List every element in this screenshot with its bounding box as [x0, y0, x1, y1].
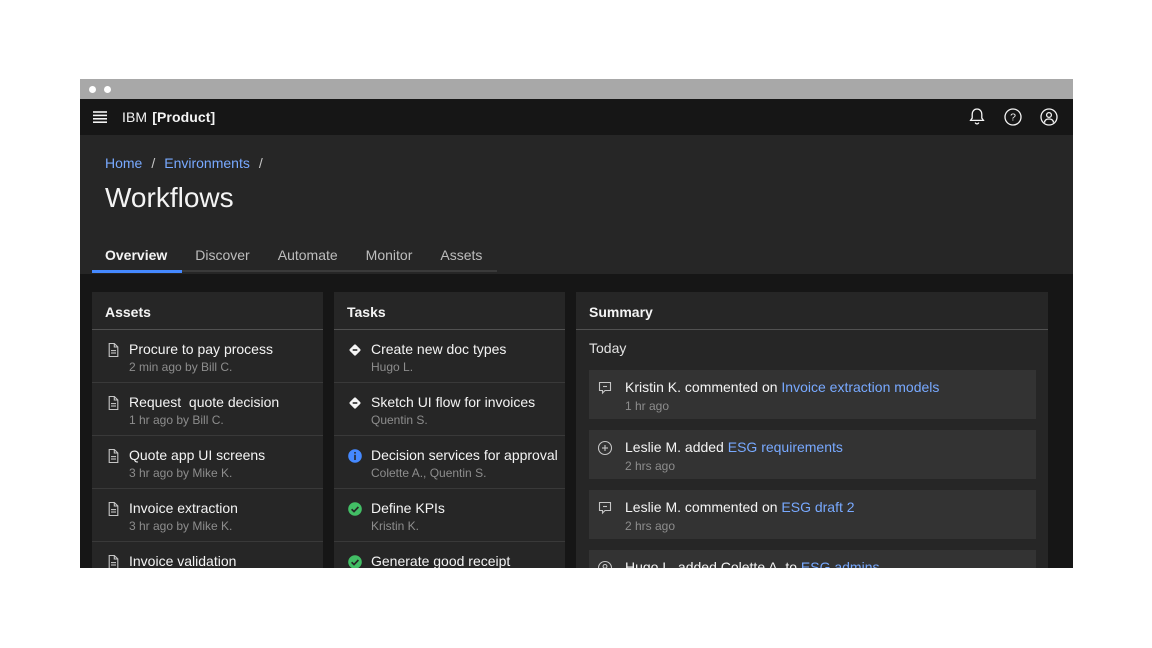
tab-discover[interactable]: Discover	[182, 241, 264, 272]
app-header: IBM [Product] ?	[80, 99, 1073, 135]
activity-text: Kristin K. commented on Invoice extracti…	[625, 378, 939, 396]
assets-panel-title: Assets	[92, 292, 323, 330]
task-title: Create new doc types	[371, 341, 506, 358]
asset-row[interactable]: Invoice extraction 3 hr ago by Mike K.	[92, 489, 323, 542]
checkmark-filled-icon	[347, 554, 363, 568]
task-assignee: Quentin S.	[371, 413, 535, 428]
document-icon	[105, 395, 121, 411]
window-titlebar[interactable]	[80, 79, 1073, 99]
menu-icon[interactable]	[92, 109, 108, 125]
brand[interactable]: IBM [Product]	[122, 109, 215, 125]
status-undefined-icon	[347, 342, 363, 358]
tab-overview[interactable]: Overview	[92, 241, 182, 273]
task-row[interactable]: Generate good receipt	[334, 542, 565, 568]
activity-text-before: Leslie M. added	[625, 439, 728, 455]
activity-text: Leslie M. commented on ESG draft 2	[625, 498, 855, 516]
help-icon[interactable]: ?	[1003, 107, 1023, 127]
breadcrumb-environments[interactable]: Environments	[164, 155, 250, 171]
activity-link[interactable]: ESG requirements	[728, 439, 843, 455]
asset-row[interactable]: Quote app UI screens 3 hr ago by Mike K.	[92, 436, 323, 489]
window-control-dot[interactable]	[89, 86, 96, 93]
asset-row[interactable]: Request quote decision 1 hr ago by Bill …	[92, 383, 323, 436]
page-title: Workflows	[105, 180, 1073, 216]
tab-monitor[interactable]: Monitor	[353, 241, 428, 272]
activity-card[interactable]: Kristin K. commented on Invoice extracti…	[589, 370, 1036, 419]
asset-title: Quote app UI screens	[129, 447, 265, 464]
user-icon	[597, 560, 613, 568]
summary-panel: Summary Today Kristin K. commented on In…	[576, 292, 1048, 568]
activity-time: 1 hr ago	[625, 399, 939, 413]
svg-text:?: ?	[1010, 112, 1016, 124]
document-icon	[105, 342, 121, 358]
task-row[interactable]: Define KPIs Kristin K.	[334, 489, 565, 542]
activity-card[interactable]: Leslie M. commented on ESG draft 2 2 hrs…	[589, 490, 1036, 539]
document-icon	[105, 554, 121, 568]
breadcrumb-separator: /	[259, 155, 263, 171]
tasks-panel-title: Tasks	[334, 292, 565, 330]
asset-subtitle: 3 hr ago by Mike K.	[129, 466, 265, 481]
activity-text-before: Kristin K. commented on	[625, 379, 781, 395]
asset-row[interactable]: Invoice validation	[92, 542, 323, 568]
task-title: Decision services for approval	[371, 447, 558, 464]
user-avatar-icon[interactable]	[1039, 107, 1059, 127]
asset-title: Invoice extraction	[129, 500, 238, 517]
tasks-panel: Tasks Create new doc types Hugo L. Sketc…	[334, 292, 565, 568]
page: Home / Environments / Workflows Overview…	[80, 135, 1073, 568]
task-row[interactable]: Sketch UI flow for invoices Quentin S.	[334, 383, 565, 436]
breadcrumb-separator: /	[151, 155, 155, 171]
tab-bar: Overview Discover Automate Monitor Asset…	[92, 241, 1073, 272]
activity-card[interactable]: Hugo L. added Colette A. to ESG admins	[589, 550, 1036, 568]
tab-assets[interactable]: Assets	[427, 241, 497, 272]
activity-link[interactable]: ESG draft 2	[781, 499, 854, 515]
task-title: Generate good receipt	[371, 553, 510, 568]
task-assignee: Colette A., Quentin S.	[371, 466, 558, 481]
activity-link[interactable]: ESG admins	[801, 559, 880, 568]
activity-time: 2 hrs ago	[625, 519, 855, 533]
chat-icon	[597, 380, 613, 396]
task-assignee: Hugo L.	[371, 360, 506, 375]
breadcrumb: Home / Environments /	[105, 154, 1073, 172]
brand-prefix: IBM	[122, 109, 147, 125]
asset-title: Invoice validation	[129, 553, 236, 568]
task-row[interactable]: Decision services for approval Colette A…	[334, 436, 565, 489]
checkmark-filled-icon	[347, 501, 363, 517]
asset-subtitle: 1 hr ago by Bill C.	[129, 413, 279, 428]
task-title: Sketch UI flow for invoices	[371, 394, 535, 411]
task-assignee: Kristin K.	[371, 519, 445, 534]
activity-time: 2 hrs ago	[625, 459, 843, 473]
status-undefined-icon	[347, 395, 363, 411]
activity-card[interactable]: Leslie M. added ESG requirements 2 hrs a…	[589, 430, 1036, 479]
window-control-dot[interactable]	[104, 86, 111, 93]
tab-automate[interactable]: Automate	[265, 241, 353, 272]
asset-row[interactable]: Procure to pay process 2 min ago by Bill…	[92, 330, 323, 383]
asset-title: Request quote decision	[129, 394, 279, 411]
activity-text-before: Leslie M. commented on	[625, 499, 781, 515]
document-icon	[105, 501, 121, 517]
summary-group-label: Today	[589, 340, 1048, 358]
activity-text-before: Hugo L. added Colette A. to	[625, 559, 801, 568]
info-filled-icon	[347, 448, 363, 464]
asset-subtitle: 3 hr ago by Mike K.	[129, 519, 238, 534]
task-title: Define KPIs	[371, 500, 445, 517]
asset-title: Procure to pay process	[129, 341, 273, 358]
activity-text: Hugo L. added Colette A. to ESG admins	[625, 558, 880, 568]
activity-link[interactable]: Invoice extraction models	[781, 379, 939, 395]
summary-panel-title: Summary	[576, 292, 1048, 330]
asset-subtitle: 2 min ago by Bill C.	[129, 360, 273, 375]
add-icon	[597, 440, 613, 456]
task-row[interactable]: Create new doc types Hugo L.	[334, 330, 565, 383]
notifications-bell-icon[interactable]	[967, 107, 987, 127]
page-top: Home / Environments / Workflows Overview…	[80, 135, 1073, 274]
activity-text: Leslie M. added ESG requirements	[625, 438, 843, 456]
breadcrumb-home[interactable]: Home	[105, 155, 142, 171]
app-window: IBM [Product] ?	[80, 79, 1073, 568]
dashboard-content: Assets Procure to pay process 2 min ago …	[80, 274, 1073, 568]
assets-panel: Assets Procure to pay process 2 min ago …	[92, 292, 323, 568]
chat-icon	[597, 500, 613, 516]
brand-product: [Product]	[152, 109, 215, 125]
header-actions: ?	[967, 107, 1059, 127]
document-icon	[105, 448, 121, 464]
